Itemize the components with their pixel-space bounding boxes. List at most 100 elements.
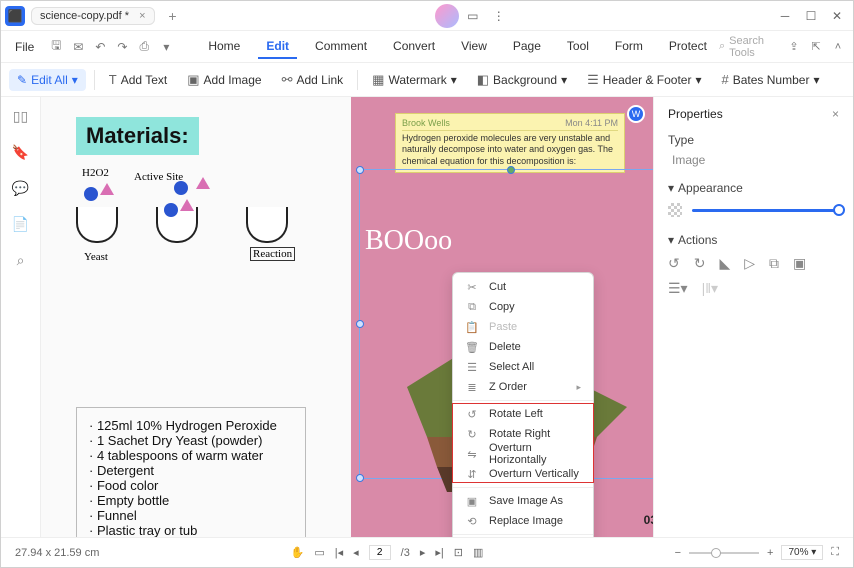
comment-icon[interactable]: 💬 [12, 179, 30, 197]
tab-form[interactable]: Form [607, 35, 651, 59]
tab-protect[interactable]: Protect [661, 35, 715, 59]
action-crop-icon[interactable]: ⧉ [769, 255, 779, 272]
new-tab-button[interactable]: + [163, 6, 183, 26]
tab-convert[interactable]: Convert [385, 35, 443, 59]
last-page-icon[interactable]: ▸| [435, 546, 443, 559]
ctx-rotate-right[interactable]: ↻Rotate Right [453, 424, 593, 444]
attachment-icon[interactable]: 📄 [12, 215, 30, 233]
add-link-button[interactable]: ⚯Add Link [276, 68, 350, 92]
ctx-select-all[interactable]: ☰Select All [453, 357, 593, 377]
action-rotate-right-icon[interactable]: ↻ [694, 255, 706, 272]
ctx-replace-image[interactable]: ⟲Replace Image [453, 511, 593, 531]
menu-chevron-icon[interactable]: ▾ [156, 37, 176, 57]
tab-edit[interactable]: Edit [258, 35, 297, 59]
print-icon[interactable]: ⎙ [134, 37, 154, 57]
word-badge-icon[interactable]: W [627, 105, 645, 123]
tab-tool[interactable]: Tool [559, 35, 597, 59]
prev-page-icon[interactable]: ◂ [353, 546, 359, 559]
undo-icon[interactable]: ↶ [90, 37, 110, 57]
type-label: Type [668, 133, 839, 147]
tab-home[interactable]: Home [200, 35, 248, 59]
actions-section[interactable]: ▾Actions [668, 233, 839, 247]
ctx-copy[interactable]: ⧉Copy [453, 297, 593, 317]
menubar: File 🖫 ✉ ↶ ↷ ⎙ ▾ Home Edit Comment Conve… [1, 31, 853, 63]
hand-tool-icon[interactable]: ✋ [291, 546, 305, 559]
avatar-icon[interactable] [435, 4, 459, 28]
ctx-overturn-v[interactable]: ⇵Overturn Vertically [453, 464, 593, 484]
zoom-value[interactable]: 70% ▾ [781, 545, 823, 560]
save-icon[interactable]: 🖫 [46, 37, 66, 57]
close-button[interactable]: ✕ [825, 4, 849, 28]
bookmark-icon[interactable]: 🔖 [12, 143, 30, 161]
header-icon: ☰ [587, 72, 599, 88]
notes-icon[interactable]: ▭ [461, 4, 485, 28]
share-icon[interactable]: ⇱ [807, 38, 825, 56]
align-menu-icon[interactable]: ☰▾ [668, 280, 688, 297]
appearance-section[interactable]: ▾Appearance [668, 181, 839, 195]
tab-page[interactable]: Page [505, 35, 549, 59]
select-tool-icon[interactable]: ▭ [314, 546, 324, 559]
redo-icon[interactable]: ↷ [112, 37, 132, 57]
more-icon[interactable]: ⋮ [487, 4, 511, 28]
link-icon: ⚯ [282, 72, 293, 88]
mail-icon[interactable]: ✉ [68, 37, 88, 57]
chevron-down-icon: ▾ [668, 181, 674, 195]
ctx-save-image[interactable]: ▣Save Image As [453, 491, 593, 511]
zoom-slider[interactable] [689, 552, 759, 554]
fit-page-icon[interactable]: ▥ [473, 546, 483, 559]
ctx-delete[interactable]: 🗑Delete [453, 337, 593, 357]
ctx-overturn-h[interactable]: ⇋Overturn Horizontally [453, 444, 593, 464]
fullscreen-icon[interactable]: ⛶ [831, 546, 839, 559]
ctx-z-order[interactable]: ≣Z Order▸ [453, 377, 593, 397]
ctx-cut[interactable]: ✂Cut [453, 277, 593, 297]
add-image-button[interactable]: ▣Add Image [181, 68, 267, 92]
search-pane-icon[interactable]: ⌕ [12, 251, 30, 269]
tab-comment[interactable]: Comment [307, 35, 375, 59]
watermark-button[interactable]: ▦Watermark▾ [366, 68, 463, 92]
background-button[interactable]: ◧Background▾ [471, 68, 573, 92]
edit-all-button[interactable]: ✎ Edit All ▾ [9, 69, 86, 91]
boo-text: BOOoo [365, 225, 452, 257]
tab-view[interactable]: View [453, 35, 495, 59]
file-menu[interactable]: File [7, 36, 42, 58]
replace-image-icon: ⟲ [465, 515, 479, 528]
add-text-button[interactable]: TAdd Text [103, 68, 173, 91]
cut-icon: ✂ [465, 281, 479, 294]
bates-number-button[interactable]: #Bates Number▾ [716, 68, 826, 91]
action-rotate-left-icon[interactable]: ↺ [668, 255, 680, 272]
action-replace-icon[interactable]: ▣ [793, 255, 806, 272]
zoom-in-icon[interactable]: + [767, 547, 773, 559]
page-dimensions: 27.94 x 21.59 cm [15, 547, 99, 559]
chevron-down-icon: ▾ [668, 233, 674, 247]
export-icon[interactable]: ⇪ [785, 38, 803, 56]
ctx-rotate-left[interactable]: ↺Rotate Left [453, 404, 593, 424]
zoom-out-icon[interactable]: − [675, 547, 681, 559]
next-page-icon[interactable]: ▸ [420, 546, 426, 559]
action-flip-h-icon[interactable]: ◣ [719, 255, 730, 272]
collapse-ribbon-icon[interactable]: ˄ [829, 38, 847, 56]
background-icon: ◧ [477, 72, 489, 88]
fit-width-icon[interactable]: ⊡ [454, 546, 463, 559]
thumbnails-icon[interactable]: ▯▯ [12, 107, 30, 125]
tab-filename: science-copy.pdf * [40, 10, 129, 22]
document-canvas[interactable]: Materials: H2O2 Active Site Yeast Reacti… [41, 97, 653, 537]
text-icon: T [109, 72, 117, 87]
page-left-content: Materials: H2O2 Active Site Yeast Reacti… [76, 117, 306, 537]
close-panel-icon[interactable]: × [832, 107, 839, 121]
maximize-button[interactable]: ☐ [799, 4, 823, 28]
document-tab[interactable]: science-copy.pdf * × [31, 7, 155, 25]
page-input[interactable] [369, 545, 391, 560]
close-tab-icon[interactable]: × [139, 10, 145, 22]
sticky-note[interactable]: Brook Wells Mon 4:11 PM Hydrogen peroxid… [395, 113, 625, 173]
action-flip-v-icon[interactable]: ▷ [744, 255, 755, 272]
flip-h-icon: ⇋ [465, 448, 479, 461]
first-page-icon[interactable]: |◂ [335, 546, 343, 559]
opacity-slider[interactable] [692, 209, 839, 212]
paste-icon: 📋 [465, 321, 479, 334]
search-tools[interactable]: ⌕ Search Tools [719, 35, 771, 59]
minimize-button[interactable]: ─ [773, 4, 797, 28]
distribute-menu-icon: |‖▾ [702, 280, 718, 297]
search-icon: ⌕ [719, 40, 725, 53]
properties-panel: Properties × Type Image ▾Appearance ▾Act… [653, 97, 853, 537]
header-footer-button[interactable]: ☰Header & Footer▾ [581, 68, 707, 92]
